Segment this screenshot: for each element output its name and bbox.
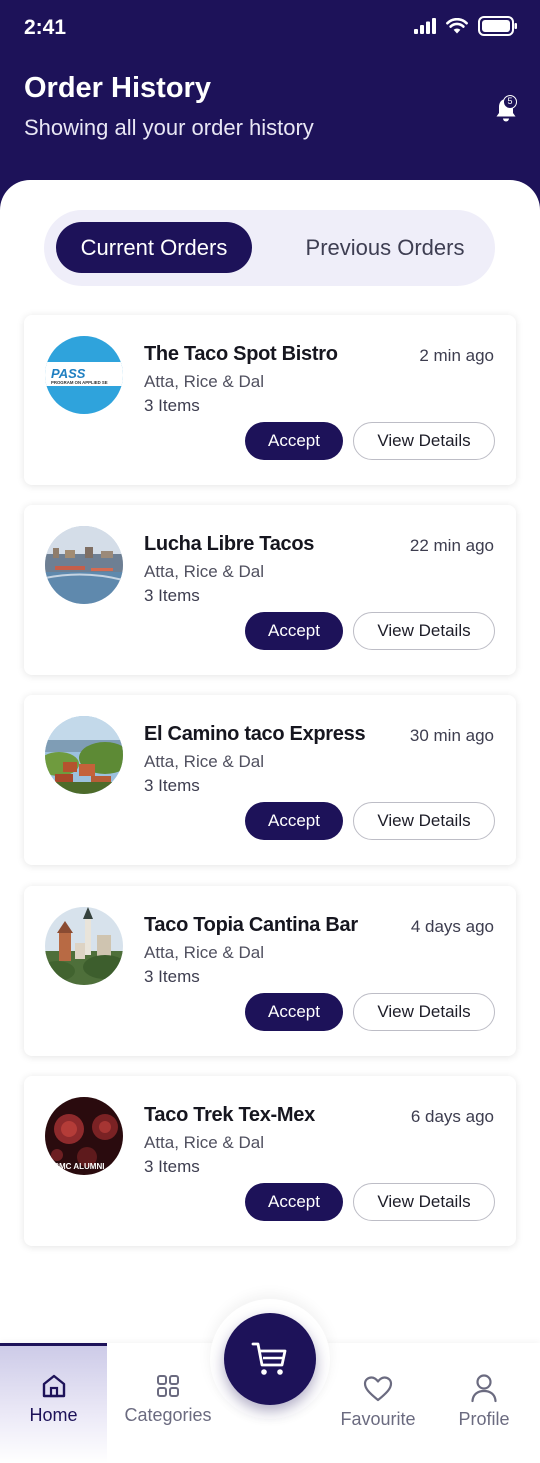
item-count: 3 Items bbox=[144, 776, 200, 795]
grid-icon bbox=[157, 1375, 179, 1397]
order-card[interactable]: Taco Topia Cantina Bar 4 days ago Atta, … bbox=[24, 886, 516, 1056]
status-time: 2:41 bbox=[24, 16, 67, 39]
nav-profile[interactable]: Profile bbox=[434, 1373, 534, 1430]
restaurant-avatar bbox=[45, 907, 123, 985]
accept-button[interactable]: Accept bbox=[245, 612, 343, 650]
item-count: 3 Items bbox=[144, 967, 200, 986]
avatar-text: 9 bbox=[47, 1102, 53, 1114]
view-details-button[interactable]: View Details bbox=[353, 993, 495, 1031]
nav-favourite-label: Favourite bbox=[340, 1409, 416, 1429]
nav-favourite[interactable]: Favourite bbox=[328, 1375, 428, 1430]
nav-categories[interactable]: Categories bbox=[112, 1373, 224, 1426]
restaurant-avatar: PASS PROGRAM ON APPLIED SE bbox=[45, 336, 123, 414]
order-time: 6 days ago bbox=[410, 1107, 494, 1126]
restaurant-name: Taco Trek Tex-Mex bbox=[144, 1104, 315, 1126]
accept-button[interactable]: Accept bbox=[245, 993, 343, 1031]
order-time: 2 min ago bbox=[419, 346, 494, 365]
home-icon bbox=[42, 1374, 65, 1398]
accept-button[interactable]: Accept bbox=[245, 422, 343, 460]
restaurant-avatar bbox=[45, 716, 123, 794]
order-tabs: Current Orders Previous Orders bbox=[44, 210, 495, 286]
restaurant-name: Taco Topia Cantina Bar bbox=[144, 914, 358, 936]
view-details-button[interactable]: View Details bbox=[353, 612, 495, 650]
heart-icon bbox=[363, 1376, 393, 1402]
order-description: Atta, Rice & Dal bbox=[144, 752, 264, 771]
order-time: 4 days ago bbox=[410, 917, 494, 936]
restaurant-name: El Camino taco Express bbox=[144, 723, 366, 745]
order-time: 30 min ago bbox=[409, 726, 494, 745]
restaurant-avatar bbox=[45, 526, 123, 604]
item-count: 3 Items bbox=[144, 1157, 200, 1176]
nav-profile-label: Profile bbox=[458, 1409, 510, 1429]
order-card[interactable]: El Camino taco Express 30 min ago Atta, … bbox=[24, 695, 516, 865]
avatar-subtext: GCMC ALUMNI bbox=[47, 1162, 104, 1171]
restaurant-name: The Taco Spot Bistro bbox=[144, 343, 338, 365]
view-details-button[interactable]: View Details bbox=[353, 422, 495, 460]
avatar-text: PASS bbox=[51, 366, 86, 381]
item-count: 3 Items bbox=[144, 586, 200, 605]
restaurant-avatar: 9 GCMC ALUMNI bbox=[45, 1097, 123, 1175]
tab-current-orders[interactable]: Current Orders bbox=[56, 222, 252, 273]
order-card[interactable]: 9 GCMC ALUMNI Taco Trek Tex-Mex 6 days a… bbox=[24, 1076, 516, 1246]
status-bar: 2:41 bbox=[0, 0, 540, 58]
profile-icon bbox=[471, 1374, 497, 1403]
accept-button[interactable]: Accept bbox=[245, 1183, 343, 1221]
order-time: 22 min ago bbox=[409, 536, 494, 555]
order-card[interactable]: Lucha Libre Tacos 22 min ago Atta, Rice … bbox=[24, 505, 516, 675]
status-icons bbox=[414, 16, 518, 36]
accept-button[interactable]: Accept bbox=[245, 802, 343, 840]
battery-icon bbox=[478, 16, 517, 36]
view-details-button[interactable]: View Details bbox=[353, 802, 495, 840]
page-subtitle: Showing all your order history bbox=[24, 115, 314, 140]
wifi-icon bbox=[446, 18, 468, 34]
nav-home-label: Home bbox=[29, 1405, 78, 1425]
nav-categories-label: Categories bbox=[124, 1405, 212, 1425]
notification-badge: 5 bbox=[503, 95, 517, 109]
view-details-button[interactable]: View Details bbox=[353, 1183, 495, 1221]
avatar-subtext: PROGRAM ON APPLIED SE bbox=[51, 380, 108, 385]
order-description: Atta, Rice & Dal bbox=[144, 372, 264, 391]
cart-button[interactable] bbox=[224, 1313, 316, 1405]
order-description: Atta, Rice & Dal bbox=[144, 562, 264, 581]
nav-home[interactable]: Home bbox=[0, 1373, 107, 1426]
order-description: Atta, Rice & Dal bbox=[144, 1133, 264, 1152]
restaurant-name: Lucha Libre Tacos bbox=[144, 533, 315, 555]
item-count: 3 Items bbox=[144, 396, 200, 415]
order-description: Atta, Rice & Dal bbox=[144, 943, 264, 962]
cart-icon bbox=[251, 1342, 287, 1375]
order-card[interactable]: PASS PROGRAM ON APPLIED SE The Taco Spot… bbox=[24, 315, 516, 485]
page-title: Order History bbox=[24, 72, 211, 104]
signal-icon bbox=[414, 18, 436, 34]
tab-previous-orders[interactable]: Previous Orders bbox=[284, 222, 486, 273]
